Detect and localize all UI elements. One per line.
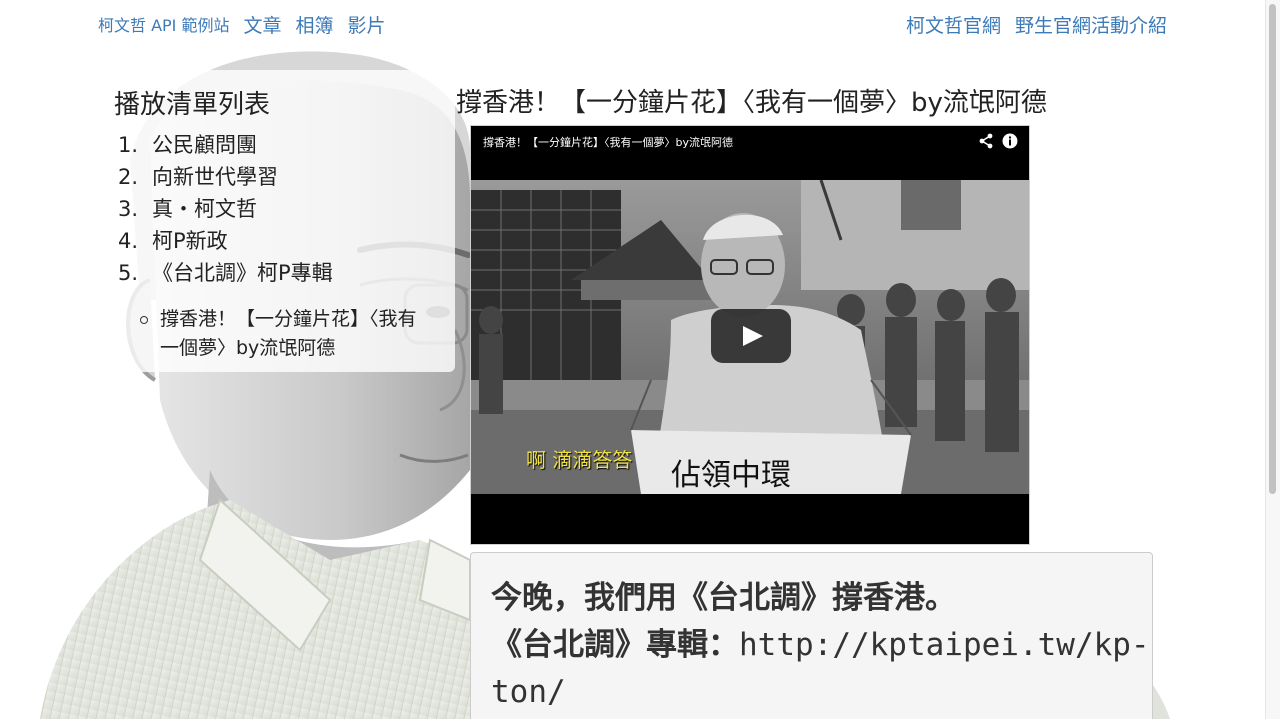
video-player[interactable]: 撐香港！【一分鐘片花】〈我有一個夢〉by流氓阿德 佔領中環 啊 滴滴答答 [470, 125, 1030, 545]
playlist-title: 播放清單列表 [114, 90, 271, 120]
playlist-item-number: 2. [118, 165, 139, 189]
playlist-list: 1. 公民顧問團 2. 向新世代學習 3. 真・柯文哲 4. 柯P新政 5. 《… [114, 129, 441, 289]
description-line-2-prefix: 《台北調》專輯： [491, 627, 739, 663]
playlist-item[interactable]: 4. 柯P新政 [118, 225, 441, 257]
playlist-item[interactable]: 2. 向新世代學習 [118, 161, 441, 193]
top-nav-left: 柯文哲 API 範例站 文章 相簿 影片 [98, 8, 400, 40]
top-nav-right: 柯文哲官網 野生官網活動介紹 [892, 8, 1167, 40]
video-description: 今晚，我們用《台北調》撐香港。 《台北調》專輯：http://kptaipei.… [470, 552, 1153, 719]
playlist-item-number: 1. [118, 133, 139, 157]
page: 柯文哲 API 範例站 文章 相簿 影片 柯文哲官網 野生官網活動介紹 播放清單… [0, 0, 1280, 719]
playlist-item-label[interactable]: 向新世代學習 [152, 161, 278, 193]
scrollbar-thumb[interactable] [1269, 4, 1276, 494]
page-scrollbar[interactable] [1265, 0, 1280, 719]
playlist-item-number: 4. [118, 229, 139, 253]
nav-link-videos[interactable]: 影片 [348, 11, 386, 38]
playlist-item-label[interactable]: 真・柯文哲 [152, 193, 257, 225]
playlist-item-label[interactable]: 公民顧問團 [152, 129, 257, 161]
nav-link-official-site[interactable]: 柯文哲官網 [906, 11, 1001, 38]
playlist-item-number: 5. [118, 261, 139, 285]
description-line-1: 今晚，我們用《台北調》撐香港。 [491, 580, 956, 616]
playlist-item[interactable]: 1. 公民顧問團 [118, 129, 441, 161]
nav-link-albums[interactable]: 相簿 [296, 11, 334, 38]
playlist-video-list: 撐香港！【一分鐘片花】〈我有一個夢〉by流氓阿德 [114, 305, 441, 363]
playlist-video-item[interactable]: 撐香港！【一分鐘片花】〈我有一個夢〉by流氓阿德 [138, 305, 441, 363]
playlist-item-label[interactable]: 柯P新政 [152, 225, 228, 257]
play-button[interactable] [711, 309, 791, 363]
player-title[interactable]: 撐香港！【一分鐘片花】〈我有一個夢〉by流氓阿德 [483, 134, 733, 150]
share-icon[interactable] [977, 132, 995, 150]
playlist-item[interactable]: 5. 《台北調》柯P專輯 [118, 257, 441, 289]
nav-link-articles[interactable]: 文章 [244, 11, 282, 38]
info-icon[interactable] [1001, 132, 1019, 150]
playlist-item[interactable]: 3. 真・柯文哲 [118, 193, 441, 225]
banner-text: 佔領中環 [671, 458, 791, 493]
playlist-item-label[interactable]: 《台北調》柯P專輯 [152, 257, 333, 289]
video-caption: 啊 滴滴答答 [526, 448, 633, 472]
brand-link[interactable]: 柯文哲 API 範例站 [98, 12, 230, 36]
video-title: 撐香港！【一分鐘片花】〈我有一個夢〉by流氓阿德 [456, 88, 1047, 118]
nav-link-wild-site-events[interactable]: 野生官網活動介紹 [1015, 11, 1167, 38]
playlist-item-number: 3. [118, 197, 139, 221]
playlist-panel: 播放清單列表 1. 公民顧問團 2. 向新世代學習 3. 真・柯文哲 4. 柯P… [100, 70, 455, 372]
